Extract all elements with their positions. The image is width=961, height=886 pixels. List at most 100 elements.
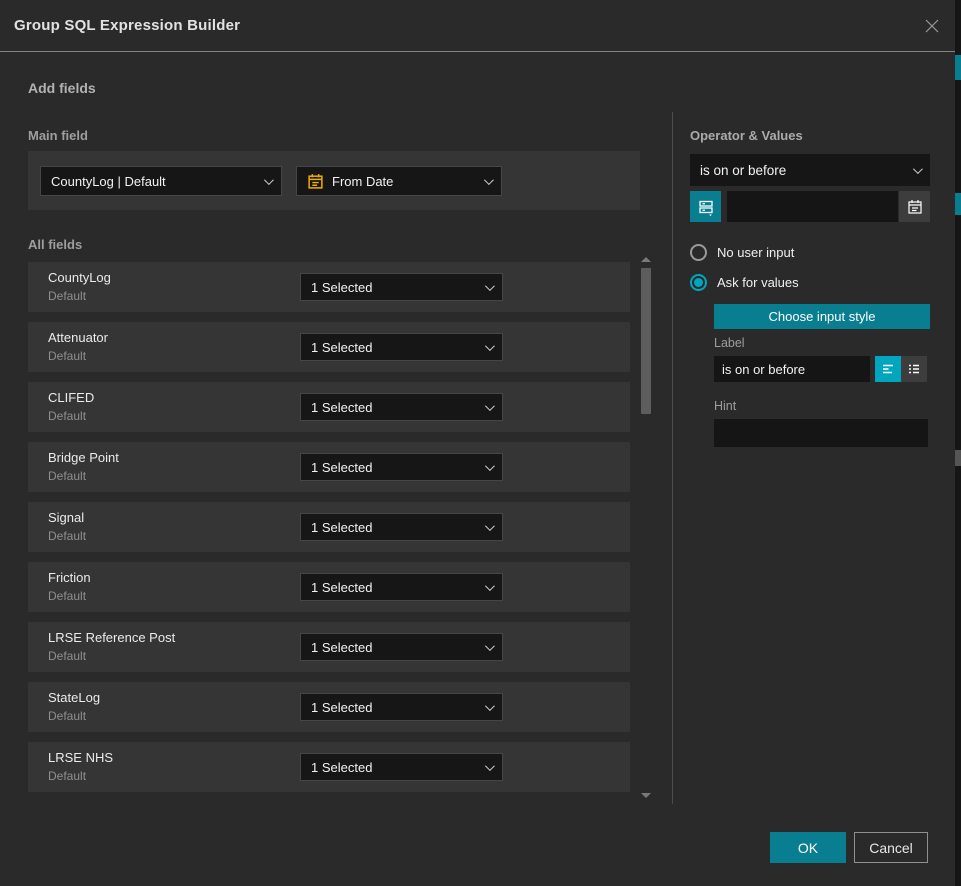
background-app-fragment bbox=[955, 55, 961, 80]
calendar-icon bbox=[907, 199, 923, 215]
field-row: CountyLog Default 1 Selected bbox=[28, 262, 630, 312]
field-subtitle: Default bbox=[48, 649, 86, 663]
close-icon[interactable] bbox=[921, 15, 943, 37]
list-style-toggle[interactable] bbox=[901, 356, 927, 382]
field-name: Attenuator bbox=[48, 330, 108, 345]
radio-no-user-input[interactable]: No user input bbox=[690, 244, 794, 261]
field-selected-dropdown[interactable]: 1 Selected bbox=[300, 513, 503, 541]
calendar-date-icon bbox=[307, 173, 324, 190]
field-row: Friction Default 1 Selected bbox=[28, 562, 630, 612]
field-row: StateLog Default 1 Selected bbox=[28, 682, 630, 732]
field-selected-value: 1 Selected bbox=[311, 400, 372, 415]
operator-select-dropdown[interactable]: is on or before bbox=[690, 154, 930, 186]
field-name: LRSE NHS bbox=[48, 750, 113, 765]
chevron-down-icon bbox=[485, 641, 495, 651]
field-row: Bridge Point Default 1 Selected bbox=[28, 442, 630, 492]
field-selected-value: 1 Selected bbox=[311, 460, 372, 475]
field-subtitle: Default bbox=[48, 709, 86, 723]
field-selected-dropdown[interactable]: 1 Selected bbox=[300, 333, 503, 361]
field-selected-value: 1 Selected bbox=[311, 700, 372, 715]
field-subtitle: Default bbox=[48, 289, 86, 303]
field-subtitle: Default bbox=[48, 529, 86, 543]
main-field-heading: Main field bbox=[28, 128, 88, 143]
field-subtitle: Default bbox=[48, 349, 86, 363]
field-selected-dropdown[interactable]: 1 Selected bbox=[300, 273, 503, 301]
chevron-down-icon bbox=[913, 164, 923, 174]
field-subtitle: Default bbox=[48, 769, 86, 783]
field-name: StateLog bbox=[48, 690, 100, 705]
field-row: LRSE NHS Default 1 Selected bbox=[28, 742, 630, 792]
chevron-down-icon bbox=[485, 701, 495, 711]
choose-input-style-button[interactable]: Choose input style bbox=[714, 304, 930, 329]
chevron-down-icon bbox=[484, 175, 494, 185]
hint-input[interactable] bbox=[714, 419, 928, 447]
field-select-value: From Date bbox=[332, 174, 393, 189]
hint-caption: Hint bbox=[714, 399, 736, 413]
field-row: CLIFED Default 1 Selected bbox=[28, 382, 630, 432]
field-selected-dropdown[interactable]: 1 Selected bbox=[300, 573, 503, 601]
field-name: Friction bbox=[48, 570, 91, 585]
field-selected-dropdown[interactable]: 1 Selected bbox=[300, 693, 503, 721]
cancel-button[interactable]: Cancel bbox=[854, 832, 928, 863]
layer-select-dropdown[interactable]: CountyLog | Default bbox=[40, 166, 282, 196]
operator-select-value: is on or before bbox=[700, 163, 786, 178]
panel-divider bbox=[672, 112, 673, 804]
field-name: Bridge Point bbox=[48, 450, 119, 465]
value-input-type-button[interactable] bbox=[690, 191, 721, 222]
label-input[interactable] bbox=[714, 356, 870, 382]
field-selected-dropdown[interactable]: 1 Selected bbox=[300, 633, 503, 661]
stacked-values-icon bbox=[697, 198, 715, 216]
ok-button[interactable]: OK bbox=[770, 832, 846, 863]
background-app-fragment bbox=[955, 193, 961, 215]
field-selected-value: 1 Selected bbox=[311, 640, 372, 655]
operator-values-heading: Operator & Values bbox=[690, 128, 803, 143]
chevron-down-icon bbox=[264, 175, 274, 185]
dialog-header: Group SQL Expression Builder bbox=[0, 0, 955, 52]
radio-unchecked-icon bbox=[690, 244, 707, 261]
chevron-down-icon bbox=[485, 521, 495, 531]
field-subtitle: Default bbox=[48, 469, 86, 483]
field-selected-value: 1 Selected bbox=[311, 520, 372, 535]
label-caption: Label bbox=[714, 336, 745, 350]
single-line-style-toggle[interactable] bbox=[875, 356, 901, 382]
field-name: LRSE Reference Post bbox=[48, 630, 175, 645]
background-app-fragment bbox=[955, 450, 961, 466]
field-select-dropdown[interactable]: From Date bbox=[296, 166, 502, 196]
field-selected-dropdown[interactable]: 1 Selected bbox=[300, 393, 503, 421]
chevron-down-icon bbox=[485, 761, 495, 771]
layer-select-value: CountyLog | Default bbox=[51, 174, 166, 189]
field-row: Attenuator Default 1 Selected bbox=[28, 322, 630, 372]
radio-no-user-input-label: No user input bbox=[717, 245, 794, 260]
field-selected-value: 1 Selected bbox=[311, 580, 372, 595]
field-row: LRSE Reference Post Default 1 Selected bbox=[28, 622, 630, 672]
align-left-icon bbox=[880, 361, 896, 377]
main-field-panel: CountyLog | Default From Date bbox=[28, 151, 640, 210]
chevron-down-icon bbox=[485, 461, 495, 471]
value-input[interactable] bbox=[727, 191, 898, 222]
field-name: Signal bbox=[48, 510, 84, 525]
group-sql-expression-builder-dialog: Group SQL Expression Builder Add fields … bbox=[0, 0, 955, 886]
scrollbar-up-arrow[interactable] bbox=[641, 257, 651, 262]
field-subtitle: Default bbox=[48, 409, 86, 423]
all-fields-heading: All fields bbox=[28, 237, 82, 252]
chevron-down-icon bbox=[485, 401, 495, 411]
radio-ask-for-values[interactable]: Ask for values bbox=[690, 274, 799, 291]
radio-ask-for-values-label: Ask for values bbox=[717, 275, 799, 290]
field-selected-dropdown[interactable]: 1 Selected bbox=[300, 753, 503, 781]
field-selected-value: 1 Selected bbox=[311, 760, 372, 775]
date-picker-button[interactable] bbox=[899, 191, 930, 222]
all-fields-list: CountyLog Default 1 Selected Attenuator … bbox=[28, 262, 630, 802]
field-selected-dropdown[interactable]: 1 Selected bbox=[300, 453, 503, 481]
scrollbar-thumb[interactable] bbox=[641, 268, 651, 414]
dialog-title: Group SQL Expression Builder bbox=[14, 0, 240, 52]
background-app-edge bbox=[955, 0, 961, 886]
field-subtitle: Default bbox=[48, 589, 86, 603]
field-selected-value: 1 Selected bbox=[311, 340, 372, 355]
field-name: CLIFED bbox=[48, 390, 94, 405]
field-name: CountyLog bbox=[48, 270, 111, 285]
chevron-down-icon bbox=[485, 581, 495, 591]
field-row: Signal Default 1 Selected bbox=[28, 502, 630, 552]
scrollbar-down-arrow[interactable] bbox=[641, 793, 651, 798]
chevron-down-icon bbox=[485, 281, 495, 291]
chevron-down-icon bbox=[485, 341, 495, 351]
